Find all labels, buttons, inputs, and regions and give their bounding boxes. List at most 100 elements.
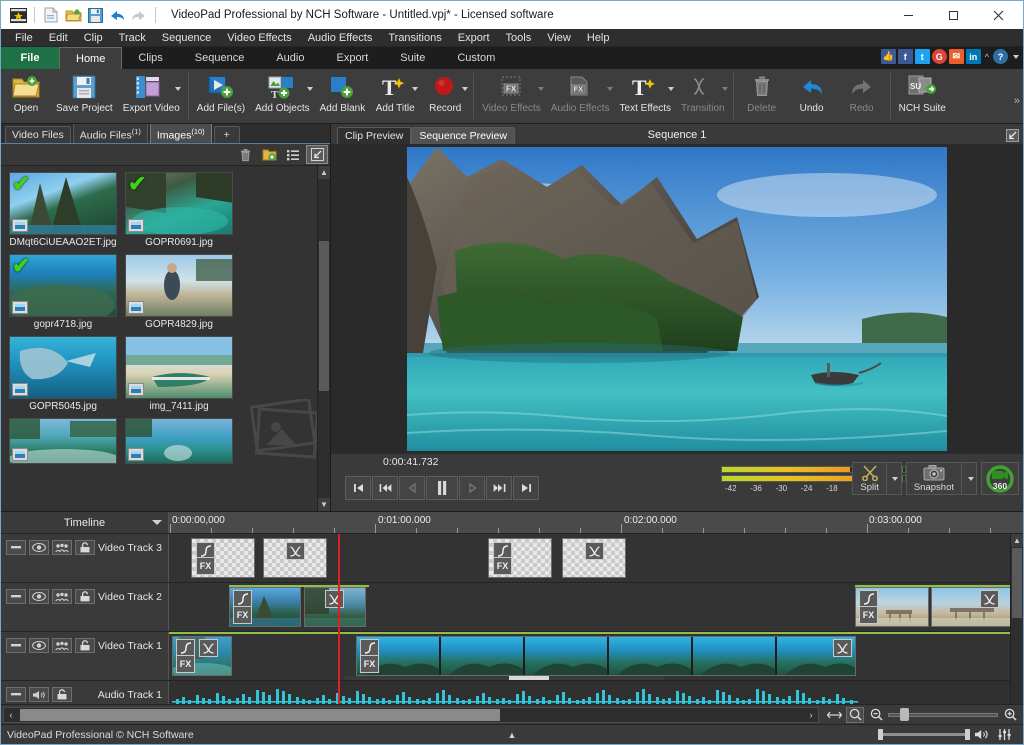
collapse-icon[interactable] (6, 638, 26, 653)
pause-button[interactable] (426, 475, 458, 500)
video-effects-caret[interactable] (537, 87, 544, 91)
timeline-clip[interactable]: FX (488, 538, 552, 578)
export-video-button[interactable]: Export Video (118, 69, 185, 123)
menu-view[interactable]: View (539, 29, 579, 47)
export-video-caret[interactable] (174, 87, 181, 91)
track-lane[interactable]: FX FX (169, 534, 1023, 582)
ribbon-overflow-button[interactable]: » (1014, 95, 1020, 107)
timeline-audio-clip[interactable]: FX (172, 682, 858, 704)
scroll-right-icon[interactable]: › (804, 710, 818, 720)
visibility-icon[interactable] (29, 540, 49, 555)
timeline-clip[interactable]: FX (229, 587, 301, 627)
track-lane[interactable]: FX FX (169, 583, 1023, 631)
text-effects-caret[interactable] (668, 87, 675, 91)
timeline-clip[interactable]: FX (191, 538, 255, 578)
media-thumbnail[interactable] (9, 336, 117, 399)
track-lane[interactable]: FX (169, 681, 1023, 704)
visibility-icon[interactable] (29, 638, 49, 653)
media-thumbnail[interactable] (125, 418, 233, 464)
prev-frame-button[interactable] (372, 475, 398, 500)
skip-end-button[interactable] (513, 475, 539, 500)
menu-clip[interactable]: Clip (76, 29, 111, 47)
master-volume-control[interactable] (878, 729, 989, 740)
record-button[interactable]: Record (420, 69, 470, 123)
menu-export[interactable]: Export (450, 29, 498, 47)
media-thumbnail[interactable] (125, 254, 233, 317)
tab-audio-files[interactable]: Audio Files(1) (72, 122, 148, 143)
media-thumbnail[interactable] (125, 336, 233, 399)
add-media-tab-button[interactable]: + (213, 126, 240, 143)
mail-icon[interactable]: ✉ (948, 49, 964, 64)
transition-button[interactable]: Transition (676, 69, 730, 123)
equalizer-icon[interactable] (998, 728, 1011, 741)
add-objects-button[interactable]: T Add Objects (250, 69, 314, 123)
mixer-icon[interactable] (52, 589, 72, 604)
transition-caret[interactable] (721, 87, 728, 91)
add-objects-caret[interactable] (306, 87, 313, 91)
collapse-icon[interactable] (6, 540, 26, 555)
add-title-button[interactable]: T Add Title (370, 69, 420, 123)
timeline-hscrollbar[interactable]: ‹ › (3, 706, 819, 723)
menu-edit[interactable]: Edit (41, 29, 76, 47)
lock-icon[interactable] (52, 687, 72, 702)
add-blank-button[interactable]: Add Blank (315, 69, 371, 123)
media-scrollbar[interactable]: ▲ ▼ (317, 166, 330, 511)
media-item[interactable]: ✔ GOPR0691.jpg (125, 172, 233, 248)
media-item[interactable]: GOPR5045.jpg (9, 336, 117, 412)
timeline-zoom-slider[interactable] (888, 708, 998, 722)
media-item[interactable]: GOPR4829.jpg (125, 254, 233, 330)
media-thumbnail[interactable]: ✔ (9, 254, 117, 317)
scroll-up-icon[interactable]: ▲ (318, 166, 330, 179)
scroll-up-icon[interactable]: ▲ (1011, 534, 1023, 547)
menu-track[interactable]: Track (111, 29, 154, 47)
redo-button[interactable]: Redo (837, 69, 887, 123)
menu-sequence[interactable]: Sequence (154, 29, 220, 47)
menu-file[interactable]: File (7, 29, 41, 47)
scroll-thumb[interactable] (20, 708, 500, 721)
snapshot-dropdown[interactable] (961, 463, 976, 494)
mute-icon[interactable] (29, 687, 49, 702)
volume-slider-track[interactable] (878, 729, 970, 740)
ribbon-collapse-chevron[interactable]: ^ (985, 52, 989, 62)
expand-preview-icon[interactable] (1006, 129, 1019, 142)
menu-video-effects[interactable]: Video Effects (219, 29, 299, 47)
maximize-button[interactable] (931, 1, 976, 29)
tab-export[interactable]: Export (320, 47, 384, 69)
media-item[interactable]: ✔ gopr4718.jpg (9, 254, 117, 330)
google-plus-icon[interactable]: G (931, 49, 947, 64)
audio-effects-button[interactable]: FX Audio Effects (546, 69, 615, 123)
save-project-button[interactable]: Save Project (51, 69, 118, 123)
lock-icon[interactable] (75, 589, 95, 604)
tab-custom[interactable]: Custom (441, 47, 511, 69)
open-folder-icon[interactable] (62, 5, 84, 25)
collapse-icon[interactable] (6, 589, 26, 604)
timeline-ruler[interactable]: 0:00:00,000 0:01:00.000 0:02:00.000 0:03… (169, 512, 1023, 533)
tab-audio[interactable]: Audio (260, 47, 320, 69)
skip-start-button[interactable] (345, 475, 371, 500)
timeline-clip[interactable]: FX (855, 587, 929, 627)
media-item[interactable] (9, 418, 117, 464)
timeline-clip[interactable] (931, 587, 1013, 627)
snapshot-button[interactable]: Snapshot (907, 463, 961, 494)
media-item[interactable]: img_7411.jpg (125, 336, 233, 412)
playhead[interactable] (338, 534, 340, 704)
split-tool[interactable]: Split (852, 462, 902, 495)
video-360-button[interactable]: 360 (981, 462, 1019, 495)
zoom-selection-icon[interactable] (846, 706, 864, 723)
delete-button[interactable]: Delete (737, 69, 787, 123)
lock-icon[interactable] (75, 540, 95, 555)
zoom-in-icon[interactable] (1001, 707, 1019, 723)
delete-media-icon[interactable] (234, 145, 256, 164)
help-icon[interactable]: ? (993, 49, 1008, 64)
linkedin-icon[interactable]: in (965, 49, 981, 64)
media-thumbnail[interactable]: ✔ (125, 172, 233, 235)
undo-button[interactable]: Undo (787, 69, 837, 123)
media-thumbnail[interactable] (9, 418, 117, 464)
track-lane[interactable]: FX (169, 632, 1023, 680)
twitter-icon[interactable]: t (914, 49, 930, 64)
help-dropdown-caret[interactable] (1013, 54, 1019, 59)
tab-video-files[interactable]: Video Files (5, 126, 71, 143)
speaker-icon[interactable] (974, 729, 989, 740)
timeline-vertical-scrollbar[interactable]: ▲ (1010, 534, 1023, 704)
tab-clip-preview[interactable]: Clip Preview (337, 127, 412, 144)
